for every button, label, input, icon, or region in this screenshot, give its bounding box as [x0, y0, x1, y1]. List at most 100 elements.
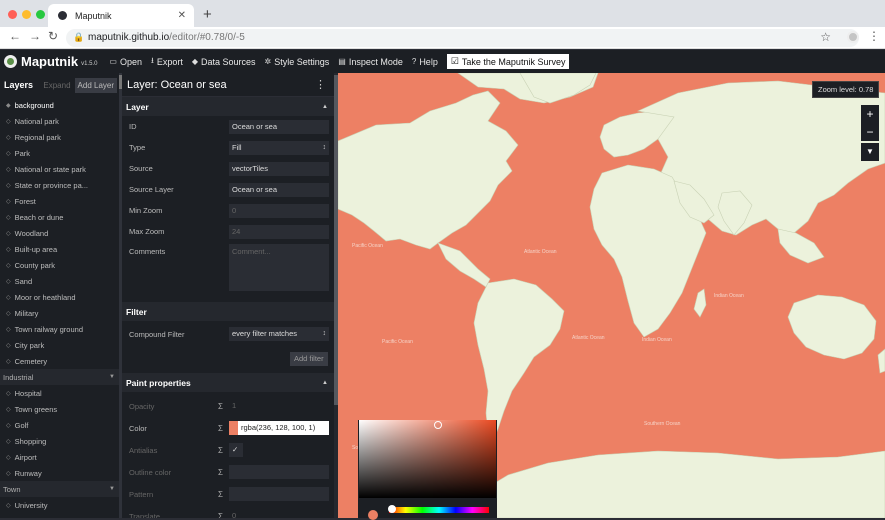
layer-item[interactable]: ◇ County park	[0, 257, 119, 273]
layer-visibility-icon[interactable]: ◇	[6, 310, 11, 317]
layer-visibility-icon[interactable]: ◇	[6, 342, 11, 349]
hue-slider[interactable]	[389, 507, 489, 513]
layer-item[interactable]: ◇ State or province pa...	[0, 177, 119, 193]
layer-item[interactable]: ◇ Town greens	[0, 401, 119, 417]
layer-visibility-icon[interactable]: ◇	[6, 262, 11, 269]
layer-item[interactable]: ◇ Sand	[0, 273, 119, 289]
layer-item[interactable]: ◇ Town railway ground	[0, 321, 119, 337]
pattern-input[interactable]	[229, 487, 329, 501]
survey-button[interactable]: ☑ Take the Maputnik Survey	[446, 54, 570, 69]
new-tab-button[interactable]: +	[203, 6, 212, 23]
opacity-input[interactable]: 1	[229, 399, 329, 413]
layer-visibility-icon[interactable]: ◇	[6, 150, 11, 157]
filter-section-header[interactable]: Filter	[122, 302, 334, 321]
url-input[interactable]: 🔒 maputnik.github.io/editor/#0.78/0/-5 ☆	[66, 29, 859, 47]
color-swatch[interactable]	[229, 421, 238, 435]
layer-visibility-icon[interactable]: ◇	[6, 246, 11, 253]
toolbar-style-settings-button[interactable]: ✲ Style Settings	[265, 57, 330, 67]
back-arrow-icon[interactable]: ←	[9, 29, 21, 43]
type-select[interactable]: Fill	[229, 140, 329, 155]
layer-item[interactable]: ◇ Golf	[0, 417, 119, 433]
browser-menu-icon[interactable]: ⋮	[868, 29, 880, 43]
comments-textarea[interactable]: Comment...	[229, 244, 329, 291]
layer-visibility-icon[interactable]: ◇	[6, 390, 11, 397]
translate-input[interactable]: 0	[229, 509, 329, 518]
add-filter-button[interactable]: Add filter	[290, 352, 328, 366]
color-input[interactable]: rgba(236, 128, 100, 1)	[238, 421, 329, 435]
outline-color-input[interactable]	[229, 465, 329, 479]
antialias-checkbox[interactable]: ✓	[229, 443, 243, 457]
compound-filter-select[interactable]: every filter matches	[229, 327, 329, 341]
source-layer-input[interactable]: Ocean or sea	[229, 182, 329, 197]
forward-arrow-icon[interactable]: →	[29, 29, 41, 43]
source-input[interactable]: vectorTiles	[229, 161, 329, 176]
layer-visibility-icon[interactable]: ◆	[6, 102, 11, 109]
close-window-button[interactable]	[8, 10, 17, 19]
layer-item[interactable]: ◇ Moor or heathland	[0, 289, 119, 305]
layer-item[interactable]: ◇ City park	[0, 337, 119, 353]
minimize-window-button[interactable]	[22, 10, 31, 19]
layer-item[interactable]: ◇ University	[0, 497, 119, 513]
layer-visibility-icon[interactable]: ◇	[6, 294, 11, 301]
layer-visibility-icon[interactable]: ◇	[6, 198, 11, 205]
tab-close-icon[interactable]: ✕	[178, 10, 186, 21]
layer-visibility-icon[interactable]: ◇	[6, 422, 11, 429]
layer-item[interactable]: ◇ Forest	[0, 193, 119, 209]
layer-visibility-icon[interactable]: ◇	[6, 454, 11, 461]
function-toggle-icon[interactable]: Σ	[218, 512, 223, 519]
layer-visibility-icon[interactable]: ◇	[6, 470, 11, 477]
layer-visibility-icon[interactable]: ◇	[6, 326, 11, 333]
layer-visibility-icon[interactable]: ◇	[6, 358, 11, 365]
hue-slider-thumb[interactable]	[388, 505, 396, 513]
paint-section-header[interactable]: Paint properties ▲	[122, 373, 334, 392]
layer-group[interactable]: Town ▼	[0, 481, 119, 497]
add-layer-button[interactable]: Add Layer	[74, 77, 117, 93]
layer-item[interactable]: ◇ Beach or dune	[0, 209, 119, 225]
more-menu-icon[interactable]: ⋮	[315, 78, 326, 91]
layer-item[interactable]: ◇ Cemetery	[0, 353, 119, 369]
profile-avatar[interactable]	[847, 31, 859, 43]
id-input[interactable]: Ocean or sea	[229, 119, 329, 134]
layer-visibility-icon[interactable]: ◇	[6, 182, 11, 189]
function-toggle-icon[interactable]: Σ	[218, 446, 223, 455]
layer-visibility-icon[interactable]: ◇	[6, 278, 11, 285]
layer-item[interactable]: ◇ Shopping	[0, 433, 119, 449]
app-logo[interactable]: Maputnik v1.5.0	[4, 54, 97, 69]
function-toggle-icon[interactable]: Σ	[218, 402, 223, 411]
expand-button[interactable]: Expand	[43, 81, 70, 90]
saturation-value-thumb[interactable]	[434, 421, 442, 429]
layer-item[interactable]: ◇ Military	[0, 305, 119, 321]
layer-visibility-icon[interactable]: ◇	[6, 502, 11, 509]
layer-visibility-icon[interactable]: ◇	[6, 166, 11, 173]
bookmark-star-icon[interactable]: ☆	[820, 30, 831, 44]
toolbar-help-button[interactable]: ? Help	[412, 57, 438, 67]
layer-item[interactable]: ◆ background	[0, 97, 119, 113]
maximize-window-button[interactable]	[36, 10, 45, 19]
toolbar-export-button[interactable]: ⭳ Export	[151, 55, 183, 69]
layer-item[interactable]: ◇ Regional park	[0, 129, 119, 145]
layer-item[interactable]: ◇ Woodland	[0, 225, 119, 241]
function-toggle-icon[interactable]: Σ	[218, 424, 223, 433]
function-toggle-icon[interactable]: Σ	[218, 468, 223, 477]
layer-group[interactable]: Industrial ▼	[0, 369, 119, 385]
zoom-out-button[interactable]: −	[861, 123, 879, 141]
browser-tab[interactable]: Maputnik ✕	[48, 4, 194, 27]
max-zoom-input[interactable]: 24	[229, 224, 329, 239]
layer-item[interactable]: ◇ Park	[0, 145, 119, 161]
compass-button[interactable]: ▼	[861, 143, 879, 161]
layer-visibility-icon[interactable]: ◇	[6, 438, 11, 445]
layer-item[interactable]: ◇ Airport	[0, 449, 119, 465]
layer-item[interactable]: ◇ National park	[0, 113, 119, 129]
function-toggle-icon[interactable]: Σ	[218, 490, 223, 499]
toolbar-data-sources-button[interactable]: ◆ Data Sources	[192, 57, 256, 67]
layer-visibility-icon[interactable]: ◇	[6, 118, 11, 125]
layer-visibility-icon[interactable]: ◇	[6, 406, 11, 413]
layer-visibility-icon[interactable]: ◇	[6, 214, 11, 221]
saturation-value-area[interactable]	[359, 420, 496, 498]
layer-item[interactable]: ◇ National or state park	[0, 161, 119, 177]
zoom-in-button[interactable]: +	[861, 105, 879, 123]
layer-visibility-icon[interactable]: ◇	[6, 230, 11, 237]
layer-item[interactable]: ◇ Runway	[0, 465, 119, 481]
reload-icon[interactable]: ↻	[48, 29, 58, 43]
min-zoom-input[interactable]: 0	[229, 203, 329, 218]
